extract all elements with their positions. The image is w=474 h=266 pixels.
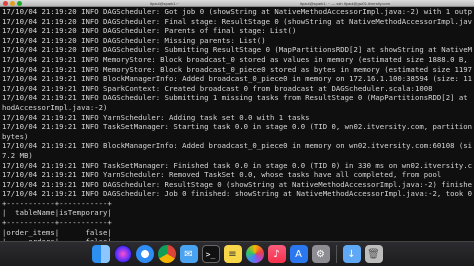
zoom-window-button[interactable] (17, 1, 22, 6)
dock-safari-icon[interactable] (135, 245, 154, 263)
dock: ✉ >_ ≡ ♪ A ⚙ ↓ 🗑 (0, 241, 474, 266)
terminal-line: 17/10/04 21:19:21 INFO MemoryStore: Bloc… (2, 54, 468, 64)
tab-title-local[interactable]: itpaul@spark1:~ (150, 0, 179, 7)
dock-separator (335, 245, 337, 263)
terminal-line: 17/10/04 21:19:20 INFO DAGScheduler: Got… (2, 7, 472, 16)
terminal-line: |order_items| false| (2, 227, 112, 237)
terminal-line: 17/10/04 21:19:21 INFO BlockManagerInfo:… (2, 141, 472, 151)
terminal-line: bytes) (2, 131, 29, 141)
terminal-line: 17/10/04 21:19:21 INFO DAGScheduler: Res… (2, 179, 472, 189)
dock-photos-icon[interactable] (245, 245, 264, 263)
terminal-line: 17/10/04 21:19:21 INFO TaskSetManager: F… (2, 160, 472, 170)
terminal-line: 7.2 MB) (2, 150, 33, 160)
minimize-window-button[interactable] (10, 1, 15, 6)
terminal-line: 17/10/04 21:19:21 INFO TaskSetManager: S… (2, 122, 472, 132)
terminal-line: 17/10/04 21:19:20 INFO DAGScheduler: Par… (2, 26, 297, 36)
terminal-line: | tableName|isTemporary| (2, 208, 112, 218)
dock-music-icon[interactable]: ♪ (267, 245, 286, 263)
dock-terminal-icon[interactable]: >_ (201, 245, 220, 263)
terminal-line: 17/10/04 21:19:21 INFO YarnScheduler: Ad… (2, 112, 310, 122)
dock-notes-icon[interactable]: ≡ (223, 245, 242, 263)
terminal-line: 17/10/04 21:19:21 INFO MemoryStore: Bloc… (2, 64, 472, 74)
terminal-line: 17/10/04 21:19:21 INFO DAGScheduler: Job… (2, 189, 472, 199)
dock-mail-icon[interactable]: ✉ (179, 245, 198, 263)
tab-title-ssh[interactable]: itpaul@spark1: ~ — ssh itpaul@gw01.itver… (300, 0, 390, 7)
terminal-line: 17/10/04 21:19:21 INFO SparkContext: Cre… (2, 83, 433, 93)
terminal-line: 17/10/04 21:19:21 INFO DAGScheduler: Sub… (2, 93, 468, 103)
terminal-line: hodAccessorImpl.java:-2) (2, 102, 108, 112)
terminal-line: 17/10/04 21:19:20 INFO DAGScheduler: Fin… (2, 16, 472, 26)
terminal-line: 17/10/04 21:19:20 INFO DAGScheduler: Sub… (2, 45, 472, 55)
terminal-log: 17/10/04 21:19:20 INFO DAGScheduler: Got… (2, 7, 472, 241)
dock-system-preferences-icon[interactable]: ⚙ (311, 245, 330, 263)
close-window-button[interactable] (3, 1, 8, 6)
terminal-line: 17/10/04 21:19:20 INFO DAGScheduler: Mis… (2, 35, 266, 45)
window-titlebar[interactable]: itpaul@spark1:~ itpaul@spark1: ~ — ssh i… (0, 0, 474, 7)
dock-finder-icon[interactable] (91, 245, 110, 263)
terminal-line: 17/10/04 21:19:21 INFO BlockManagerInfo:… (2, 74, 472, 84)
terminal-output[interactable]: 17/10/04 21:19:20 INFO DAGScheduler: Got… (0, 7, 474, 241)
dock-trash-icon[interactable]: 🗑 (364, 245, 383, 263)
terminal-line: +-----------+-----------+ (2, 218, 112, 228)
dock-app-store-icon[interactable]: A (289, 245, 308, 263)
dock-chrome-icon[interactable] (157, 245, 176, 263)
dock-downloads-folder-icon[interactable]: ↓ (342, 245, 361, 263)
dock-siri-icon[interactable] (113, 245, 132, 263)
terminal-line: +-----------+-----------+ (2, 198, 112, 208)
terminal-line: 17/10/04 21:19:21 INFO YarnScheduler: Re… (2, 170, 442, 180)
